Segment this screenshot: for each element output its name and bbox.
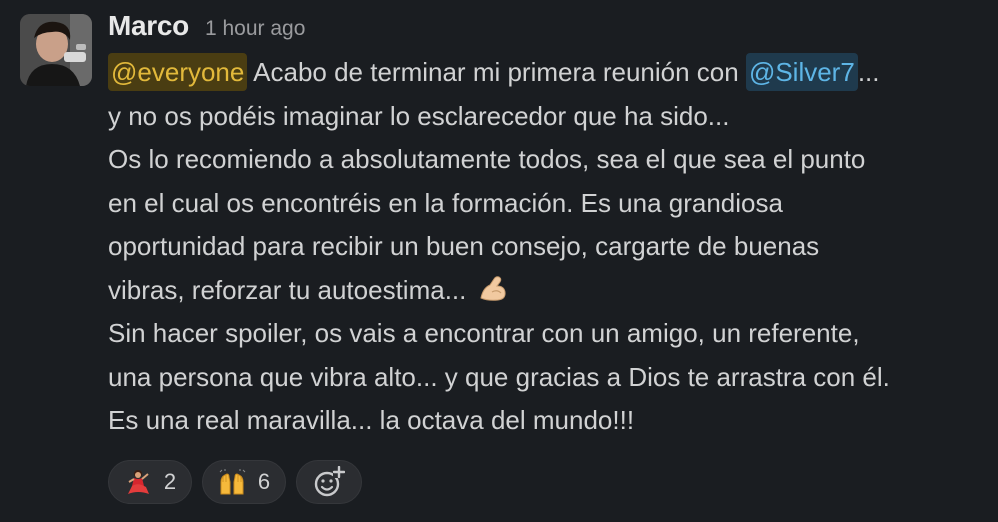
raised-hands-icon	[219, 468, 246, 494]
reaction-dancer[interactable]: 2	[108, 459, 192, 504]
add-reaction-icon	[314, 465, 345, 496]
avatar[interactable]	[20, 14, 92, 86]
message-line: Es una real maravilla... la octava del m…	[108, 405, 635, 435]
message: Marco 1 hour ago @everyone Acabo de term…	[0, 0, 998, 522]
avatar-photo-icon	[20, 14, 92, 86]
message-content: Marco 1 hour ago @everyone Acabo de term…	[108, 10, 988, 504]
message-line: oportunidad para recibir un buen consejo…	[108, 231, 820, 261]
message-header: Marco 1 hour ago	[108, 10, 988, 50]
flexed-biceps-icon	[480, 275, 506, 301]
dancer-icon	[127, 469, 149, 494]
reaction-raised-hands[interactable]: 6	[202, 459, 286, 504]
author-name[interactable]: Marco	[108, 10, 189, 42]
message-line: vibras, reforzar tu autoestima...	[108, 269, 988, 313]
timestamp[interactable]: 1 hour ago	[205, 17, 305, 41]
add-reaction-button[interactable]	[296, 459, 362, 504]
message-text: vibras, reforzar tu autoestima...	[108, 274, 474, 305]
message-line: Os lo recomiendo a absolutamente todos, …	[108, 144, 866, 174]
message-line: una persona que vibra alto... y que grac…	[108, 361, 890, 392]
message-line: en el cual os encontréis en la formación…	[108, 187, 783, 218]
reaction-count: 6	[257, 468, 271, 494]
mention-everyone[interactable]: @everyone	[108, 53, 248, 91]
reactions-bar: 2 6	[108, 459, 988, 504]
reaction-count: 2	[163, 468, 177, 494]
mention-user[interactable]: @Silver7	[745, 53, 858, 91]
message-body: @everyone Acabo de terminar mi primera r…	[108, 51, 988, 443]
message-line: @everyone Acabo de terminar mi primera r…	[108, 51, 988, 95]
message-line: y no os podéis imaginar lo esclarecedor …	[108, 100, 730, 131]
message-text: ...	[857, 57, 880, 87]
message-line: Sin hacer spoiler, os vais a encontrar c…	[108, 318, 860, 348]
message-text: Acabo de terminar mi primera reunión con	[247, 57, 746, 87]
